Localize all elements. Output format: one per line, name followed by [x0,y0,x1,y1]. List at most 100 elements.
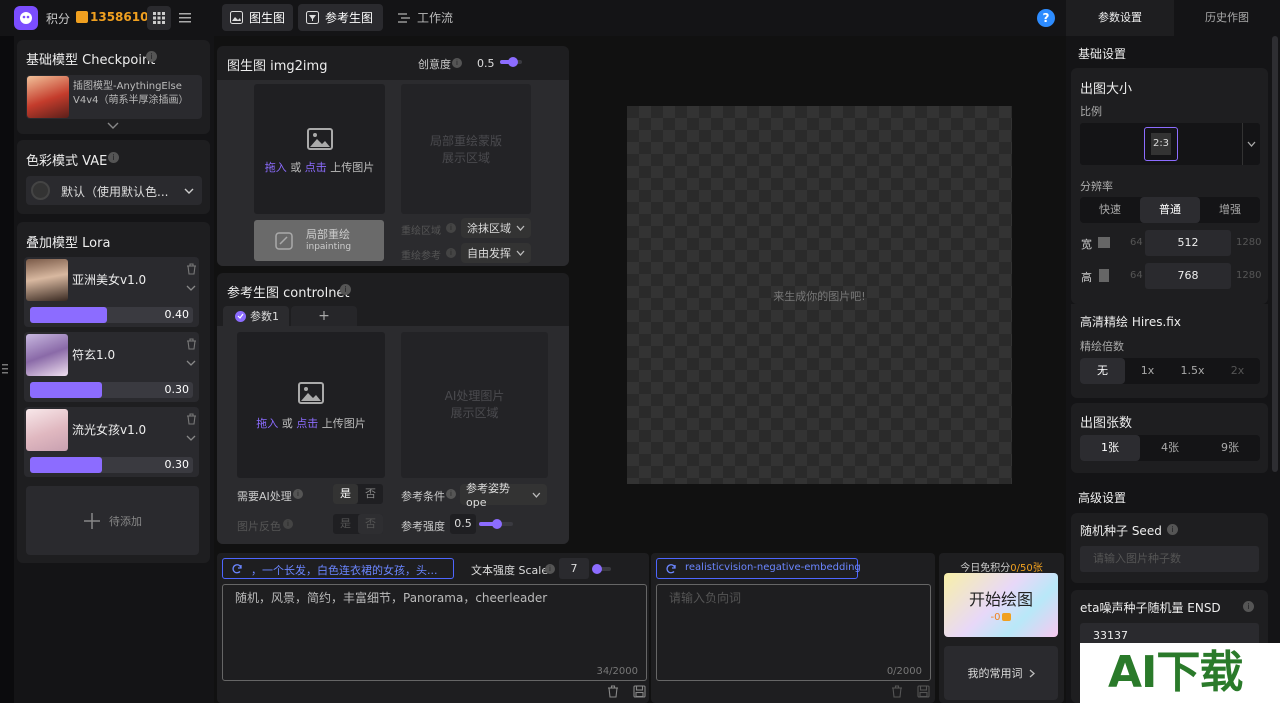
count-selector[interactable]: 1张 4张 9张 [1080,435,1260,461]
ratio-selector[interactable]: 2:3 [1080,123,1260,165]
hires-option-1-5x[interactable]: 1.5x [1170,358,1215,384]
chevron-down-icon [516,225,525,231]
info-icon[interactable]: i [146,51,157,62]
scale-slider[interactable] [592,564,611,574]
info-icon[interactable]: i [283,519,293,529]
res-option-normal[interactable]: 普通 [1140,197,1200,223]
vae-select[interactable]: 默认（使用默认色... [26,176,202,205]
lora-weight-slider[interactable]: 0.30 [30,382,193,398]
ref-strength-slider[interactable] [479,519,513,529]
chevron-down-icon [1247,141,1256,147]
image-icon [298,382,324,404]
tab-workflow[interactable]: 工作流 [393,4,463,31]
creativity-slider[interactable] [500,57,522,67]
ai-process-label: 需要AI处理 [237,490,292,503]
seed-input[interactable]: 请输入图片种子数 [1080,546,1259,572]
info-icon[interactable]: i [452,58,462,68]
negative-tag[interactable]: realisticvision-negative-embedding [656,558,861,579]
upload-click-link[interactable]: 点击 [296,417,318,430]
upload-tail-text: 上传图片 [330,161,375,174]
save-icon [633,685,646,698]
tab-img2img[interactable]: 图生图 [222,4,293,31]
lora-item[interactable]: 亚洲美女v1.0 0.40 [24,257,199,327]
common-words-button[interactable]: 我的常用词 [944,646,1058,700]
help-icon[interactable]: ? [1037,9,1055,27]
vae-dot-icon [31,181,50,200]
img2img-panel: 图生图 img2img 创意度 i 0.5 拖入 或 点击 上传图片 局部重绘蒙… [217,46,569,266]
lora-title: 叠加模型 Lora [26,236,111,251]
info-icon[interactable]: i [446,223,456,233]
menu-icon[interactable] [176,9,194,27]
redraw-ref-select[interactable]: 自由发挥 [461,243,531,263]
hires-option-1x[interactable]: 1x [1125,358,1170,384]
width-input[interactable]: 512 [1145,230,1231,256]
tab-params[interactable]: 参数设置 [1066,0,1174,36]
hires-selector[interactable]: 无 1x 1.5x 2x [1080,358,1260,384]
info-icon[interactable]: i [446,248,456,258]
info-icon[interactable]: i [1243,601,1254,612]
checkpoint-title: 基础模型 Checkpoint [26,53,156,68]
ref-strength-input[interactable]: 0.5 [450,514,476,534]
prompt-tag[interactable]: ，一个长发，白色连衣裙的女孩，头... [222,558,454,579]
hires-option-none[interactable]: 无 [1080,358,1125,384]
ref-cond-select[interactable]: 参考姿势 ope [460,482,547,509]
upload-click-link[interactable]: 点击 [305,161,327,174]
prompt-text: 随机，风景，简约，丰富细节，Panorama，cheerleader [235,591,548,605]
lora-weight-value: 0.30 [164,458,190,471]
grid-view-icon[interactable] [147,6,171,30]
start-generate-button[interactable]: 开始绘图 -0 [944,573,1058,637]
info-icon[interactable]: i [293,489,303,499]
tab-workflow-label: 工作流 [417,11,454,25]
count-option-9[interactable]: 9张 [1200,435,1260,461]
ratio-expand[interactable] [1242,123,1260,165]
add-lora-button[interactable]: 待添加 [26,486,199,555]
info-icon[interactable]: i [108,152,119,163]
img2img-title: 图生图 img2img [227,59,328,74]
ratio-option-2-3[interactable]: 2:3 [1144,127,1178,161]
yes-option[interactable]: 是 [333,484,358,504]
tab-reference[interactable]: 参考生图 [298,4,383,31]
tab-history[interactable]: 历史作图 [1174,0,1280,36]
lora-weight-slider[interactable]: 0.30 [30,457,193,473]
controlnet-upload-dropzone[interactable]: 拖入 或 点击 上传图片 [237,332,385,478]
lora-item[interactable]: 流光女孩v1.0 0.30 [24,407,199,477]
redraw-area-select[interactable]: 涂抹区域 [461,218,531,238]
checkpoint-select[interactable]: 插图模型-AnythingElse V4v4（萌系半厚涂插画） [26,75,202,119]
no-option[interactable]: 否 [358,514,383,534]
info-icon[interactable]: i [545,564,555,574]
invert-toggle[interactable]: 是 否 [333,514,383,534]
redraw-area-label: 重绘区域 [401,226,441,237]
negative-textarea[interactable]: 请输入负向词 0/2000 [656,584,931,681]
ai-process-toggle[interactable]: 是 否 [333,484,383,504]
add-param-tab[interactable]: + [291,306,357,326]
info-icon[interactable]: i [340,284,351,295]
scrollbar[interactable] [1272,36,1278,472]
hires-label: 精绘倍数 [1080,340,1124,353]
count-option-1[interactable]: 1张 [1080,435,1140,461]
info-icon[interactable]: i [446,489,456,499]
no-option[interactable]: 否 [358,484,383,504]
upload-dropzone[interactable]: 拖入 或 点击 上传图片 [254,84,385,214]
coin-icon [76,11,88,23]
res-option-fast[interactable]: 快速 [1080,197,1140,223]
height-input[interactable]: 768 [1145,263,1231,289]
vae-value: 默认（使用默认色... [61,185,169,199]
res-option-enhanced[interactable]: 增强 [1200,197,1260,223]
hires-option-2x[interactable]: 2x [1215,358,1260,384]
size-title: 出图大小 [1080,82,1133,97]
yes-option[interactable]: 是 [333,514,358,534]
upload-or-text: 或 [290,161,302,174]
info-icon[interactable]: i [1167,524,1178,535]
inpaint-button[interactable]: 局部重绘 inpainting [254,220,384,261]
res-selector[interactable]: 快速 普通 增强 [1080,197,1260,223]
collapse-handle-icon[interactable] [0,360,10,378]
watermark-text: AI下载 [1108,647,1243,698]
count-option-4[interactable]: 4张 [1140,435,1200,461]
tab-param1[interactable]: 参数1 [223,306,289,326]
lora-item[interactable]: 符玄1.0 0.30 [24,332,199,402]
lora-weight-slider[interactable]: 0.40 [30,307,193,323]
scale-input[interactable]: 7 [559,558,589,579]
prompt-textarea[interactable]: 随机，风景，简约，丰富细节，Panorama，cheerleader 34/20… [222,584,647,681]
app-logo-icon[interactable] [14,6,38,30]
ref-cond-label: 参考条件 [401,490,445,503]
